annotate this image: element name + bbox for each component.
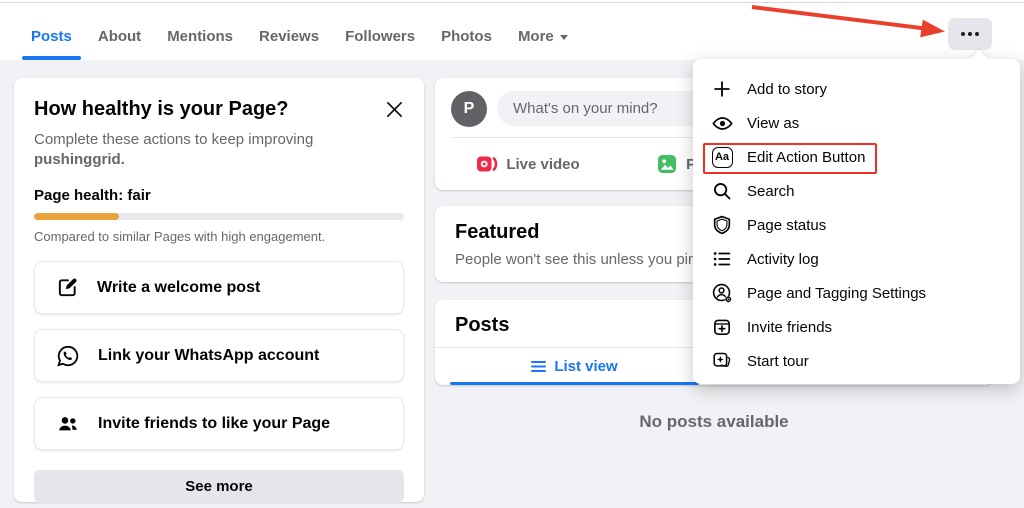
page-name: pushinggrid.	[34, 151, 125, 168]
action-label: Invite friends to like your Page	[98, 415, 330, 433]
tab-label: About	[98, 28, 141, 45]
live-video-label: Live video	[506, 156, 579, 173]
health-card-title: How healthy is your Page?	[34, 98, 289, 121]
shield-icon	[710, 213, 734, 237]
live-video-icon	[476, 153, 498, 175]
menu-item-edit-action-button[interactable]: Aa Edit Action Button	[693, 140, 1020, 174]
action-label: Link your WhatsApp account	[98, 347, 319, 365]
menu-item-invite-friends[interactable]: Invite friends	[693, 310, 1020, 344]
people-icon	[56, 412, 80, 436]
menu-item-add-to-story[interactable]: Add to story	[693, 72, 1020, 106]
menu-item-page-status[interactable]: Page status	[693, 208, 1020, 242]
health-progress-fill	[34, 213, 119, 220]
menu-item-label: Search	[747, 183, 795, 200]
close-icon[interactable]	[385, 100, 404, 119]
tab-about[interactable]: About	[85, 12, 154, 60]
menu-item-label: Invite friends	[747, 319, 832, 336]
tab-reviews[interactable]: Reviews	[246, 12, 332, 60]
tab-photos[interactable]: Photos	[428, 12, 505, 60]
menu-item-page-tagging-settings[interactable]: Page and Tagging Settings	[693, 276, 1020, 310]
menu-item-start-tour[interactable]: Start tour	[693, 344, 1020, 378]
no-posts-message: No posts available	[435, 412, 993, 432]
menu-item-label: Edit Action Button	[747, 149, 865, 166]
menu-item-label: Page and Tagging Settings	[747, 285, 926, 302]
invite-friends-like-button[interactable]: Invite friends to like your Page	[34, 397, 404, 450]
compose-icon	[56, 276, 79, 299]
page-tab-bar: Posts About Mentions Reviews Followers P…	[18, 12, 581, 60]
search-icon	[710, 179, 734, 203]
list-view-label: List view	[554, 358, 617, 375]
avatar[interactable]: P	[451, 91, 487, 127]
health-compare-note: Compared to similar Pages with high enga…	[34, 229, 404, 244]
header-divider	[0, 2, 1024, 3]
page-health-card: How healthy is your Page? Complete these…	[14, 78, 424, 502]
menu-item-label: Page status	[747, 217, 826, 234]
tab-label: Mentions	[167, 28, 233, 45]
ellipsis-icon	[968, 32, 972, 36]
photo-icon	[656, 153, 678, 175]
see-more-button[interactable]: See more	[34, 470, 404, 503]
tab-mentions[interactable]: Mentions	[154, 12, 246, 60]
tab-label: Followers	[345, 28, 415, 45]
more-options-menu: Add to story View as Aa Edit Action Butt…	[693, 59, 1020, 384]
tab-label: More	[518, 28, 554, 45]
whatsapp-icon	[56, 344, 80, 368]
action-label: Write a welcome post	[97, 279, 260, 297]
eye-icon	[710, 111, 734, 135]
list-view-tab[interactable]: List view	[435, 348, 714, 385]
person-gear-icon	[710, 281, 734, 305]
menu-item-activity-log[interactable]: Activity log	[693, 242, 1020, 276]
menu-item-label: Start tour	[747, 353, 809, 370]
tab-label: Posts	[31, 28, 72, 45]
tab-label: Reviews	[259, 28, 319, 45]
ellipsis-icon	[975, 32, 979, 36]
menu-item-label: Activity log	[747, 251, 819, 268]
tab-more[interactable]: More	[505, 12, 581, 60]
list-view-icon	[531, 360, 546, 373]
plus-icon	[710, 77, 734, 101]
aa-icon: Aa	[710, 145, 734, 169]
more-options-button[interactable]	[948, 18, 992, 50]
menu-item-view-as[interactable]: View as	[693, 106, 1020, 140]
menu-item-label: Add to story	[747, 81, 827, 98]
invite-icon	[710, 315, 734, 339]
tab-posts[interactable]: Posts	[18, 12, 85, 60]
ellipsis-icon	[961, 32, 965, 36]
write-welcome-post-button[interactable]: Write a welcome post	[34, 261, 404, 314]
list-icon	[710, 247, 734, 271]
health-actions: Write a welcome post Link your WhatsApp …	[34, 261, 404, 450]
link-whatsapp-button[interactable]: Link your WhatsApp account	[34, 329, 404, 382]
chevron-down-icon	[560, 35, 568, 40]
page-header: Posts About Mentions Reviews Followers P…	[0, 0, 1024, 60]
page-health-label: Page health: fair	[34, 187, 404, 204]
health-card-subtitle: Complete these actions to keep improving…	[34, 130, 404, 170]
tour-icon	[710, 349, 734, 373]
tab-label: Photos	[441, 28, 492, 45]
health-progress-track	[34, 213, 404, 220]
menu-item-search[interactable]: Search	[693, 174, 1020, 208]
tab-followers[interactable]: Followers	[332, 12, 428, 60]
live-video-button[interactable]: Live video	[435, 138, 621, 190]
menu-item-label: View as	[747, 115, 799, 132]
